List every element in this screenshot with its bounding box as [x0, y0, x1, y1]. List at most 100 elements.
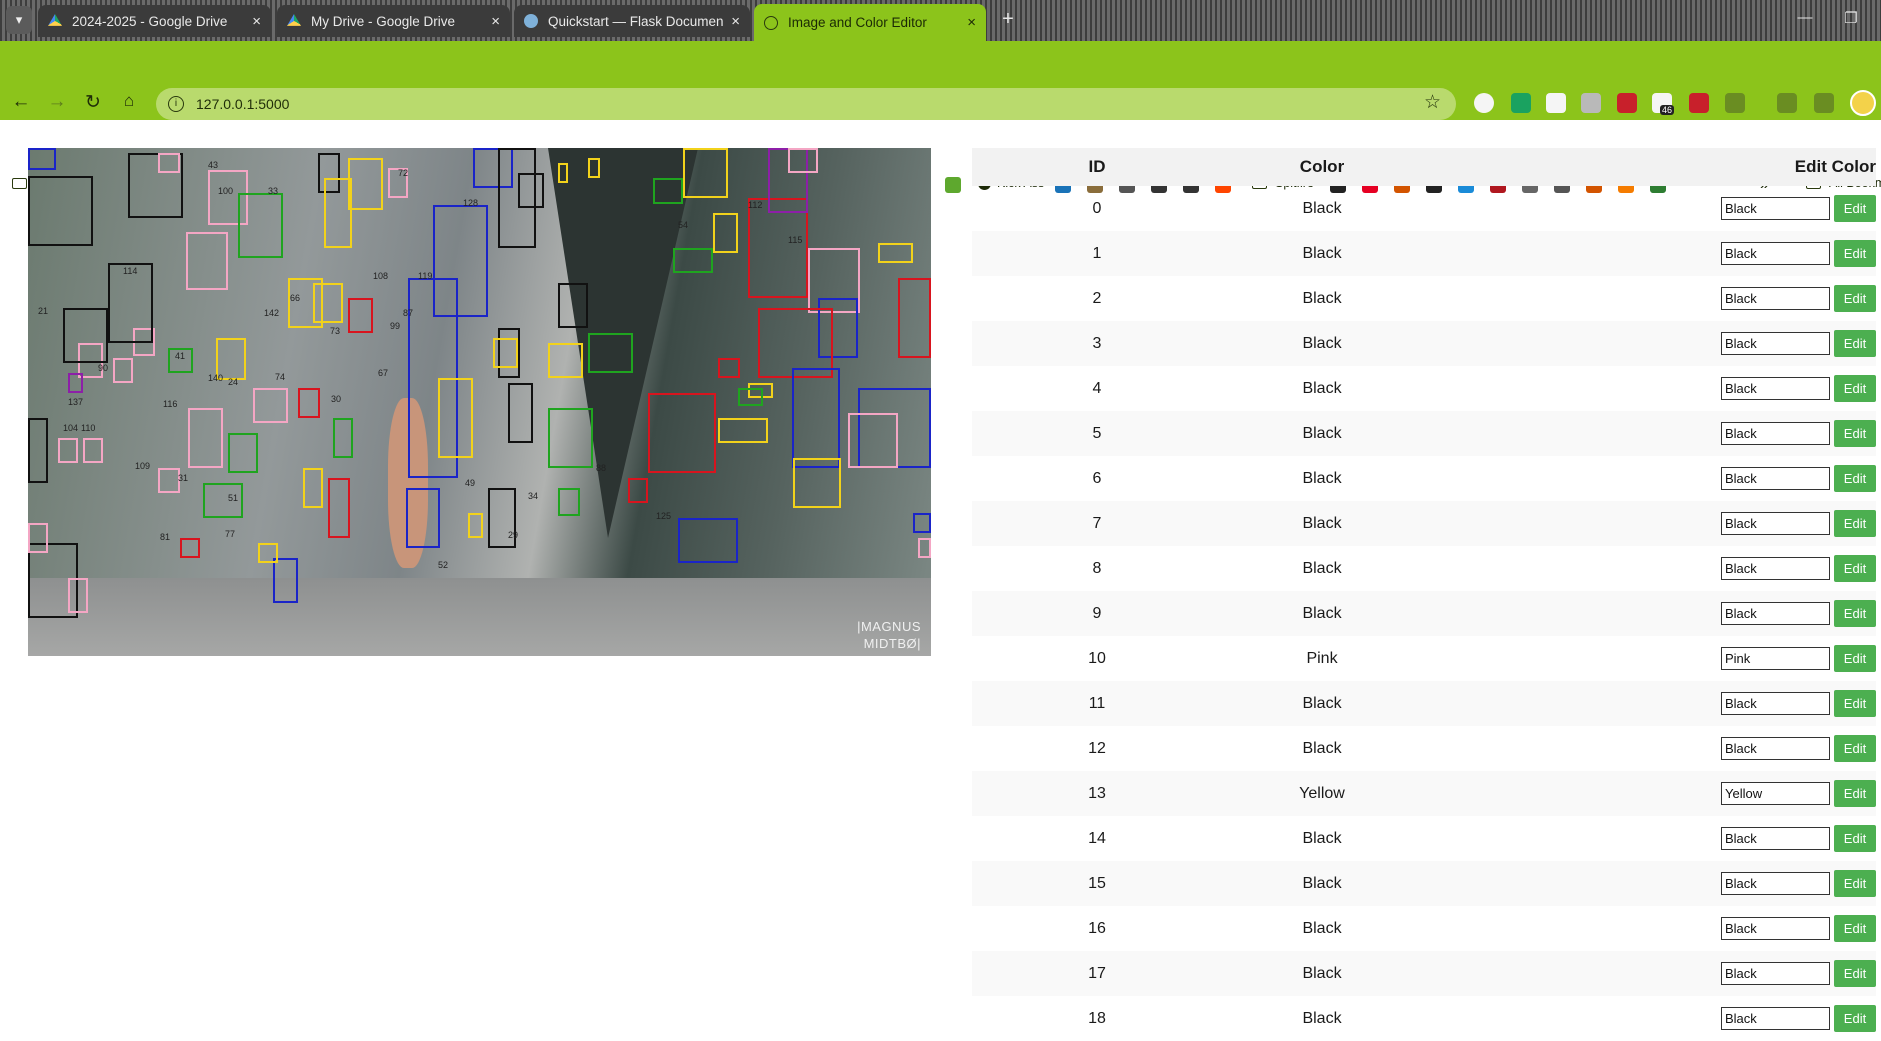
cell-color: Black [1222, 591, 1422, 636]
hold-id-label: 41 [175, 351, 186, 361]
color-input[interactable] [1721, 872, 1830, 895]
minimize-icon[interactable]: — [1790, 9, 1820, 26]
color-input[interactable] [1721, 557, 1830, 580]
cell-id: 16 [1088, 919, 1106, 937]
color-input[interactable] [1721, 962, 1830, 985]
hold-bounding-box [848, 413, 898, 468]
color-input[interactable] [1721, 917, 1830, 940]
edit-button[interactable]: Edit [1834, 690, 1876, 717]
edit-button[interactable]: Edit [1834, 195, 1876, 222]
hold-bounding-box [628, 478, 648, 503]
hold-bounding-box [648, 393, 716, 473]
tab-0[interactable]: 2024-2025 - Google Drive × [38, 5, 271, 37]
color-input[interactable] [1721, 512, 1830, 535]
edit-button[interactable]: Edit [1834, 1005, 1876, 1032]
hold-bounding-box [63, 308, 108, 363]
edit-button[interactable]: Edit [1834, 240, 1876, 267]
address-row: ← → ↻ ⌂ i 127.0.0.1:5000 ☆ 46 [0, 41, 1881, 120]
tab-title: Quickstart — Flask Documentat [548, 13, 724, 29]
hold-id-label: 34 [528, 491, 539, 501]
edit-button[interactable]: Edit [1834, 735, 1876, 762]
bookmarks-bar: ProcurementsMacOnewheelStem ClubStudent … [0, 86, 1881, 193]
hold-bounding-box [273, 558, 298, 603]
color-input[interactable] [1721, 242, 1830, 265]
hold-bounding-box [158, 468, 180, 493]
restore-icon[interactable]: ❐ [1836, 9, 1866, 27]
color-input[interactable] [1721, 467, 1830, 490]
table-row: 8 Black Edit [972, 546, 1876, 591]
edit-button[interactable]: Edit [1834, 825, 1876, 852]
cell-id: 2 [1092, 289, 1102, 307]
edit-button[interactable]: Edit [1834, 960, 1876, 987]
cell-id: 0 [1092, 199, 1102, 217]
cell-color: Black [1302, 919, 1342, 937]
color-input[interactable] [1721, 287, 1830, 310]
hold-bounding-box [738, 388, 763, 406]
new-tab-button[interactable]: + [995, 8, 1021, 31]
color-input[interactable] [1721, 647, 1830, 670]
hold-bounding-box [678, 518, 738, 563]
tab-2[interactable]: Quickstart — Flask Documentat × [514, 5, 750, 37]
color-input[interactable] [1721, 692, 1830, 715]
edit-button[interactable]: Edit [1834, 915, 1876, 942]
hold-id-label: 30 [331, 394, 342, 404]
tab-strip: ▾ 2024-2025 - Google Drive × My Drive - Go… [0, 0, 1881, 41]
tab-3[interactable]: Image and Color Editor × [754, 4, 986, 41]
edit-button[interactable]: Edit [1834, 330, 1876, 357]
edit-button[interactable]: Edit [1834, 510, 1876, 537]
edit-button[interactable]: Edit [1834, 420, 1876, 447]
hold-bounding-box [438, 378, 473, 458]
hold-id-label: 142 [264, 308, 280, 318]
cell-id: 9 [972, 591, 1222, 636]
color-input[interactable] [1721, 422, 1830, 445]
close-tab-icon[interactable]: × [252, 13, 261, 30]
close-tab-icon[interactable]: × [967, 14, 976, 31]
cell-id: 6 [1092, 469, 1102, 487]
hold-id-label: 99 [390, 321, 401, 331]
tab-search-icon[interactable]: ▾ [6, 6, 32, 34]
tab-1[interactable]: My Drive - Google Drive × [277, 5, 510, 37]
color-input[interactable] [1721, 332, 1830, 355]
hold-bounding-box [186, 232, 228, 290]
edit-controls: Edit [1422, 861, 1876, 906]
edit-button[interactable]: Edit [1834, 285, 1876, 312]
edit-button[interactable]: Edit [1834, 645, 1876, 672]
bookmark-favicon-icon[interactable] [945, 177, 961, 193]
table-row: 17Black Edit [972, 951, 1876, 996]
hold-id-label: 88 [596, 463, 607, 473]
color-input[interactable] [1721, 782, 1830, 805]
table-row: 5Black Edit [972, 411, 1876, 456]
table-row: 11Black Edit [972, 681, 1876, 726]
cell-edit: Edit [1422, 996, 1876, 1041]
cell-edit: Edit [1422, 501, 1876, 546]
hold-bounding-box [58, 438, 78, 463]
cell-color: Black [1302, 739, 1342, 757]
hold-bounding-box [508, 383, 533, 443]
table-row: 6 Black Edit [972, 456, 1876, 501]
hold-bounding-box [588, 333, 633, 373]
watermark: |MAGNUS MIDTBØ| [857, 618, 921, 652]
color-input[interactable] [1721, 827, 1830, 850]
hold-bounding-box [180, 538, 200, 558]
color-input[interactable] [1721, 737, 1830, 760]
hold-bounding-box [28, 523, 48, 553]
close-tab-icon[interactable]: × [731, 13, 740, 30]
color-input[interactable] [1721, 197, 1830, 220]
edit-button[interactable]: Edit [1834, 870, 1876, 897]
cell-id: 3 [972, 321, 1222, 366]
header-id: ID [972, 148, 1222, 186]
edit-button[interactable]: Edit [1834, 780, 1876, 807]
flask-icon [524, 14, 538, 28]
edit-controls: Edit [1422, 501, 1876, 546]
edit-button[interactable]: Edit [1834, 375, 1876, 402]
color-input[interactable] [1721, 602, 1830, 625]
hold-id-label: 54 [678, 220, 689, 230]
color-input[interactable] [1721, 377, 1830, 400]
edit-button[interactable]: Edit [1834, 600, 1876, 627]
color-input[interactable] [1721, 1007, 1830, 1030]
close-tab-icon[interactable]: × [491, 13, 500, 30]
cell-edit: Edit [1422, 726, 1876, 771]
cell-edit: Edit [1422, 231, 1876, 276]
edit-button[interactable]: Edit [1834, 465, 1876, 492]
edit-button[interactable]: Edit [1834, 555, 1876, 582]
